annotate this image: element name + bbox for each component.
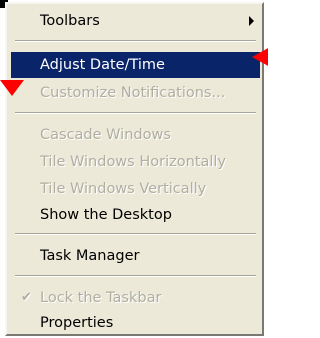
annotation-pointer-icon (252, 47, 268, 67)
menu-item-label: Tile Windows Vertically (40, 181, 207, 197)
menu-item-label: Show the Desktop (40, 207, 172, 223)
menu-item-label: Lock the Taskbar (40, 290, 162, 306)
menu-item-label: Properties (40, 315, 114, 331)
menu-item-properties[interactable]: Properties (11, 310, 260, 336)
menu-item-toolbars[interactable]: Toolbars (11, 8, 260, 34)
menu-item-show-desktop[interactable]: Show the Desktop (11, 202, 260, 228)
menu-item-tile-horizontally: Tile Windows Horizontally (11, 149, 260, 175)
submenu-arrow-icon (249, 16, 254, 26)
menu-separator (15, 275, 256, 277)
annotation-pointer-icon (0, 80, 24, 96)
menu-item-label: Tile Windows Horizontally (40, 154, 226, 170)
menu-item-tile-vertically: Tile Windows Vertically (11, 176, 260, 202)
screenshot-stage: Toolbars Adjust Date/Time Customize Noti… (0, 0, 268, 338)
taskbar-context-menu: Toolbars Adjust Date/Time Customize Noti… (5, 2, 264, 336)
menu-item-adjust-date-time[interactable]: Adjust Date/Time (11, 52, 260, 78)
menu-item-label: Toolbars (40, 13, 100, 29)
menu-item-label: Customize Notifications... (40, 85, 226, 101)
menu-item-label: Cascade Windows (40, 127, 171, 143)
check-icon: ✔ (21, 290, 32, 305)
menu-separator (15, 112, 256, 114)
menu-separator (15, 233, 256, 235)
menu-separator (15, 40, 256, 42)
menu-item-customize-notifications: Customize Notifications... (11, 80, 260, 106)
menu-item-cascade-windows: Cascade Windows (11, 122, 260, 148)
menu-item-label: Adjust Date/Time (40, 57, 165, 73)
menu-item-label: Task Manager (40, 248, 140, 264)
menu-item-task-manager[interactable]: Task Manager (11, 243, 260, 269)
menu-item-lock-taskbar: ✔ Lock the Taskbar (11, 285, 260, 311)
